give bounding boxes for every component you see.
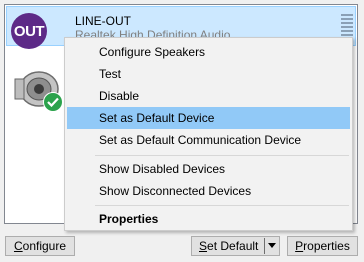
menu-item-set-as-default-communication-device[interactable]: Set as Default Communication Device — [67, 129, 350, 151]
menu-item-show-disabled-devices[interactable]: Show Disabled Devices — [67, 158, 350, 180]
chevron-down-icon[interactable] — [268, 243, 276, 248]
menu-item-test[interactable]: Test — [67, 63, 350, 85]
menu-item-set-as-default-device[interactable]: Set as Default Device — [67, 107, 350, 129]
menu-item-disable[interactable]: Disable — [67, 85, 350, 107]
menu-item-configure-speakers[interactable]: Configure Speakers — [67, 41, 350, 63]
device-context-menu: Configure Speakers Test Disable Set as D… — [64, 37, 353, 231]
device-name: LINE-OUT — [75, 14, 132, 28]
menu-separator — [95, 205, 349, 206]
configure-button[interactable]: Configure — [5, 236, 75, 256]
line-out-icon-label: OUT — [13, 22, 45, 40]
split-button-divider — [264, 238, 265, 254]
default-device-check-icon — [43, 92, 63, 112]
line-out-device-icon: OUT — [11, 13, 47, 49]
properties-button[interactable]: Properties — [287, 236, 358, 256]
menu-item-show-disconnected-devices[interactable]: Show Disconnected Devices — [67, 180, 350, 202]
menu-separator — [95, 155, 349, 156]
set-default-button[interactable]: Set Default — [191, 236, 280, 256]
menu-item-properties[interactable]: Properties — [67, 208, 350, 230]
